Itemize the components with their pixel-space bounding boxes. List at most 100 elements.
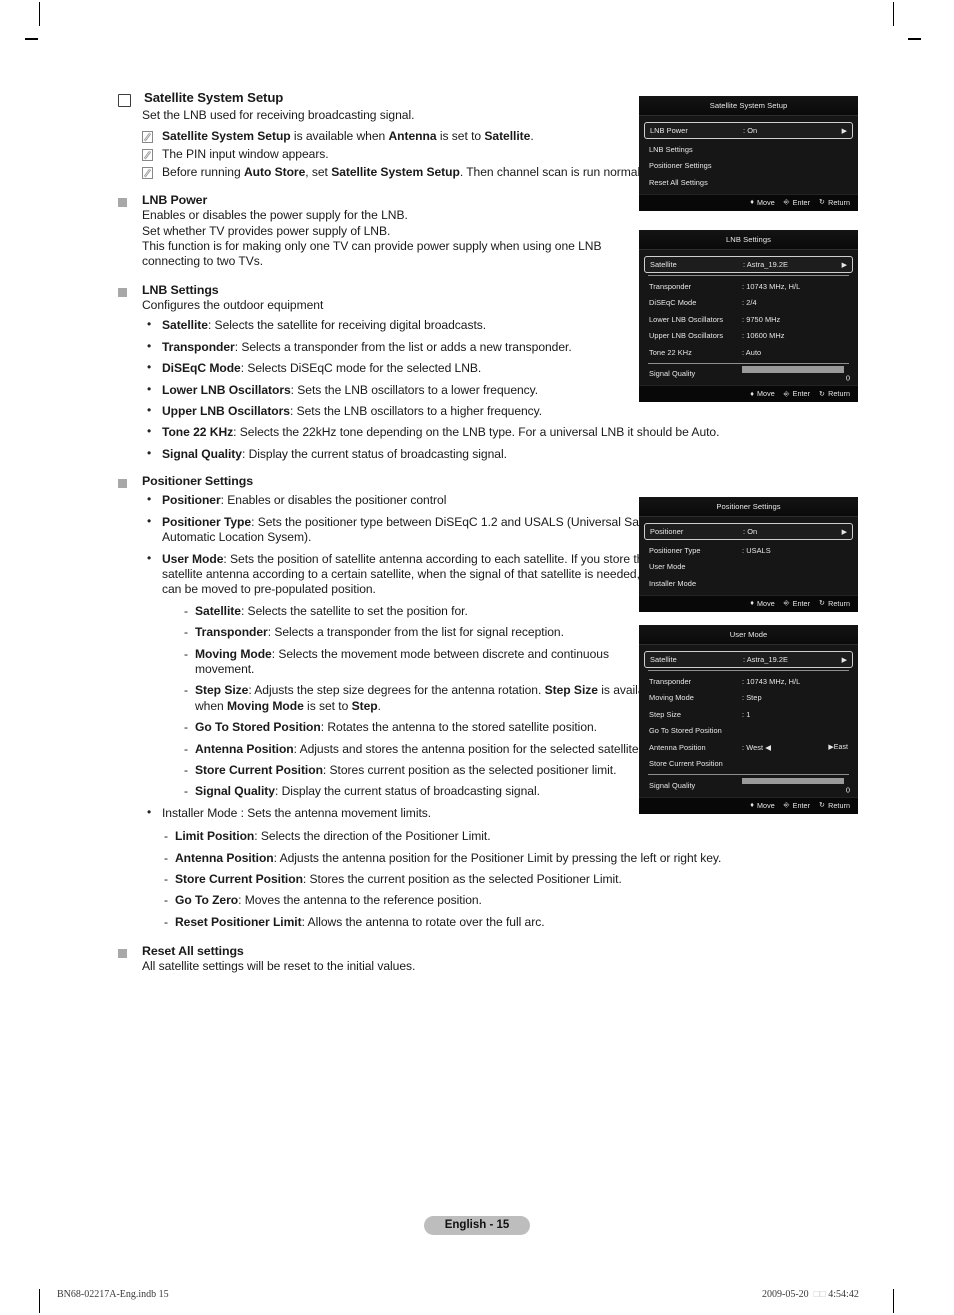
term: Limit Position xyxy=(175,829,255,844)
osd-row-go-to-stored-position[interactable]: Go To Stored Position xyxy=(644,723,853,740)
term: Upper LNB Oscillators xyxy=(162,404,290,419)
osd-footer-move-label: Move xyxy=(757,598,775,608)
osd-footer-enter[interactable]: ⎆ Enter xyxy=(784,198,810,207)
osd-footer-move[interactable]: ♦ Move xyxy=(750,198,775,207)
return-arrow-icon: ↻ xyxy=(819,800,826,810)
osd-footer-enter[interactable]: ⎆ Enter xyxy=(784,599,810,608)
osd-footer-return-label: Return xyxy=(828,389,850,398)
osd-row-label: Step Size xyxy=(649,709,682,719)
desc: : Stores current position as the selecte… xyxy=(322,762,617,777)
osd-row-value: : On xyxy=(743,527,758,536)
reset-all-settings-title: Reset All settings xyxy=(142,944,244,959)
osd-row-satellite[interactable]: Satellite : Astra_19.2E ▶ xyxy=(644,256,853,273)
crop-mark-top-left-horizontal xyxy=(25,38,38,40)
desc: : Selects the direction of the Positione… xyxy=(254,829,491,844)
signal-quality-value: 0 xyxy=(845,785,850,795)
osd-row-positioner-type[interactable]: Positioner Type : USALS xyxy=(644,542,853,559)
osd-footer-return[interactable]: ↻ Return xyxy=(819,389,850,398)
osd-row-value: : 10743 MHz, H/L xyxy=(742,281,801,291)
osd-row-antenna-position[interactable]: Antenna Position : West ◀ ▶East xyxy=(644,739,853,756)
installer-mode-text: Installer Mode : Sets the antenna moveme… xyxy=(162,805,432,820)
desc: : Enables or disables the positioner con… xyxy=(220,493,447,508)
osd-footer-move[interactable]: ♦ Move xyxy=(750,389,775,398)
term: Positioner xyxy=(162,493,221,508)
chevron-right-icon[interactable]: ▶ xyxy=(842,656,847,664)
chevron-right-icon[interactable]: ▶ xyxy=(842,261,847,269)
signal-quality-meter: 0 xyxy=(742,364,850,383)
list-item: Moving Mode: Selects the movement mode b… xyxy=(182,647,665,678)
desc: : Adjusts and stores the antenna positio… xyxy=(293,741,642,756)
osd-row-label: Tone 22 KHz xyxy=(649,347,692,357)
enter-key-icon: ⎆ xyxy=(783,598,790,608)
osd-row-transponder[interactable]: Transponder : 10743 MHz, H/L xyxy=(644,673,853,690)
up-down-arrow-icon: ♦ xyxy=(750,800,755,810)
osd-footer-move-label: Move xyxy=(757,800,775,810)
osd-row-store-current-position[interactable]: Store Current Position xyxy=(644,756,853,773)
osd-row-installer-mode[interactable]: Installer Mode xyxy=(644,575,853,592)
osd-row-step-size[interactable]: Step Size : 1 xyxy=(644,706,853,723)
chevron-right-icon[interactable]: ▶ xyxy=(842,127,847,135)
osd-separator xyxy=(648,774,849,775)
osd-row-label: Lower LNB Oscillators xyxy=(649,314,724,324)
osd-row-label: Transponder xyxy=(649,281,692,291)
osd-footer: ♦ Move ⎆ Enter ↻ Return xyxy=(639,594,858,612)
print-footer-date: 2009-05-20 xyxy=(762,1289,809,1300)
osd-row-value: : Step xyxy=(742,693,762,703)
term: Antenna Position xyxy=(195,741,294,756)
installer-mode-sublist: Limit Position: Selects the direction of… xyxy=(162,829,758,930)
term: Signal Quality xyxy=(195,784,275,799)
osd-row-label: Positioner Type xyxy=(649,545,701,555)
term: Positioner Type xyxy=(162,514,252,529)
osd-row-value: : 1 xyxy=(742,709,751,719)
osd-satellite-system-setup: Satellite System Setup LNB Power : On ▶ … xyxy=(639,96,858,211)
osd-row-user-mode[interactable]: User Mode xyxy=(644,559,853,576)
page-title: Satellite System Setup xyxy=(144,90,284,105)
term: Satellite xyxy=(162,318,208,333)
osd-row-upper-lnb-oscillators[interactable]: Upper LNB Oscillators : 10600 MHz xyxy=(644,328,853,345)
osd-footer-move[interactable]: ♦ Move xyxy=(750,801,775,810)
term: Lower LNB Oscillators xyxy=(162,382,291,397)
osd-row-label: Positioner Settings xyxy=(649,161,712,171)
osd-title: LNB Settings xyxy=(639,230,858,250)
osd-row-label: LNB Settings xyxy=(649,144,693,154)
osd-footer-return-label: Return xyxy=(828,197,850,207)
osd-footer-return[interactable]: ↻ Return xyxy=(819,599,850,608)
osd-row-lnb-settings[interactable]: LNB Settings xyxy=(644,141,853,158)
osd-footer-enter[interactable]: ⎆ Enter xyxy=(784,801,810,810)
osd-row-lnb-power[interactable]: LNB Power : On ▶ xyxy=(644,122,853,139)
open-square-bullet-icon xyxy=(118,94,131,107)
term: Go To Zero xyxy=(175,893,239,908)
desc: : Rotates the antenna to the stored sate… xyxy=(320,720,597,735)
osd-footer-return[interactable]: ↻ Return xyxy=(819,198,850,207)
lnb-power-title: LNB Power xyxy=(142,193,208,208)
list-item: Store Current Position: Stores the curre… xyxy=(162,872,758,888)
lnb-power-line-3: This function is for making only one TV … xyxy=(142,238,602,269)
osd-row-label: Installer Mode xyxy=(649,578,697,588)
osd-row-moving-mode[interactable]: Moving Mode : Step xyxy=(644,690,853,707)
osd-row-positioner-settings[interactable]: Positioner Settings xyxy=(644,158,853,175)
osd-row-value: : 10743 MHz, H/L xyxy=(742,676,801,686)
osd-row-tone-22-khz[interactable]: Tone 22 KHz : Auto xyxy=(644,344,853,361)
osd-footer-return[interactable]: ↻ Return xyxy=(819,801,850,810)
antenna-position-west[interactable]: : West ◀ xyxy=(742,743,828,752)
chevron-right-icon[interactable]: ▶ xyxy=(842,528,847,536)
list-item: Reset Positioner Limit: Allows the anten… xyxy=(162,915,758,931)
crop-mark-bottom-right-vertical xyxy=(893,1289,894,1313)
osd-row-lower-lnb-oscillators[interactable]: Lower LNB Oscillators : 9750 MHz xyxy=(644,311,853,328)
list-item: Limit Position: Selects the direction of… xyxy=(162,829,758,845)
term: Step Size xyxy=(195,683,249,698)
filled-square-bullet-icon xyxy=(118,479,127,489)
crop-mark-top-right-horizontal xyxy=(908,38,921,40)
osd-row-transponder[interactable]: Transponder : 10743 MHz, H/L xyxy=(644,278,853,295)
return-arrow-icon: ↻ xyxy=(819,388,826,398)
osd-row-diseqc-mode[interactable]: DiSEqC Mode : 2/4 xyxy=(644,295,853,312)
osd-row-positioner[interactable]: Positioner : On ▶ xyxy=(644,523,853,540)
term-inline: Step xyxy=(351,698,378,713)
osd-footer-enter[interactable]: ⎆ Enter xyxy=(784,389,810,398)
filled-square-bullet-icon xyxy=(118,198,127,208)
antenna-position-east[interactable]: ▶East xyxy=(828,743,848,751)
osd-row-reset-all-settings[interactable]: Reset All Settings xyxy=(644,174,853,191)
osd-row-satellite[interactable]: Satellite : Astra_19.2E ▶ xyxy=(644,651,853,668)
heading-reset-all-settings: Reset All settings xyxy=(118,944,758,959)
osd-footer-move[interactable]: ♦ Move xyxy=(750,599,775,608)
